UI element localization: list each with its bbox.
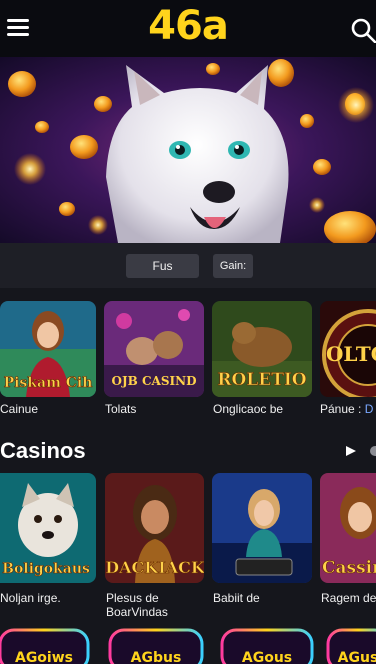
game-card-caption: Pánue : D: [320, 402, 373, 417]
game-card-art: Piskam Cih: [0, 301, 96, 397]
app-header: 46a: [0, 0, 376, 57]
casino-card-art: DACKIACK: [105, 473, 204, 583]
casino-card-title: Boligokaus: [2, 561, 90, 577]
casino-card-art: Boligokaus: [0, 473, 96, 583]
bonus-banner-label: AGbus: [131, 650, 182, 664]
bonus-banner-label: AGoiws: [15, 650, 73, 664]
casino-card[interactable]: Cassin: [320, 473, 376, 583]
brand-logo[interactable]: 46a: [0, 3, 376, 49]
game-card[interactable]: OJB CASIND: [104, 301, 204, 397]
casino-card[interactable]: DACKIACK: [105, 473, 204, 583]
casino-card-title: DACKIACK: [105, 558, 204, 577]
casino-card-caption: Babiit de: [213, 591, 260, 605]
hero-banner[interactable]: [0, 57, 376, 243]
game-card-art: OJB CASIND: [104, 301, 204, 397]
caption-text: Pánue :: [320, 402, 362, 416]
game-card[interactable]: OLTO: [320, 301, 376, 397]
game-card-title: Piskam Cih: [4, 375, 93, 391]
tab-gain[interactable]: Gain:: [213, 254, 253, 278]
game-card-caption: Cainue: [0, 402, 39, 416]
casino-card[interactable]: Boligokaus: [0, 473, 96, 583]
hero-wolf-illustration: [8, 59, 376, 243]
section-title-casinos: Casinos: [0, 438, 86, 463]
bonus-banners-art: AGoiws AGbus AGous AGus: [0, 628, 376, 664]
casino-card-art: Cassin: [320, 473, 376, 583]
bonus-banner-label: AGous: [242, 650, 292, 664]
casino-card-caption: BoarVindas: [106, 605, 168, 619]
game-card-title: ROLETIO: [217, 370, 306, 390]
game-card-caption: Onglicaoc be: [213, 402, 284, 416]
play-icon[interactable]: [344, 444, 358, 458]
tab-fus[interactable]: Fus: [126, 254, 199, 278]
category-tabs: Fus Gain:: [0, 243, 376, 288]
casino-card-caption: Noljan irge.: [0, 591, 61, 605]
game-card-caption: Tolats: [105, 402, 137, 416]
casino-card-caption: Ragem de: [321, 591, 376, 605]
casino-card-art: [212, 473, 312, 583]
game-card[interactable]: Piskam Cih: [0, 301, 96, 397]
casino-card[interactable]: [212, 473, 312, 583]
casino-card-caption: Plesus de: [106, 591, 159, 605]
game-card-title: OJB CASIND: [112, 374, 197, 388]
search-icon[interactable]: [350, 17, 376, 43]
bonus-banner-label: AGus: [338, 650, 376, 664]
casino-card-title: Cassin: [322, 558, 376, 578]
game-card-art: OLTO: [320, 301, 376, 397]
scroll-indicator-icon[interactable]: [370, 446, 376, 456]
game-card[interactable]: ROLETIO: [212, 301, 312, 397]
game-card-art: ROLETIO: [212, 301, 312, 397]
bonus-banners-row: AGoiws AGbus AGous AGus: [0, 628, 376, 664]
caption-highlight: D: [364, 402, 374, 416]
game-card-title: OLTO: [326, 342, 376, 366]
